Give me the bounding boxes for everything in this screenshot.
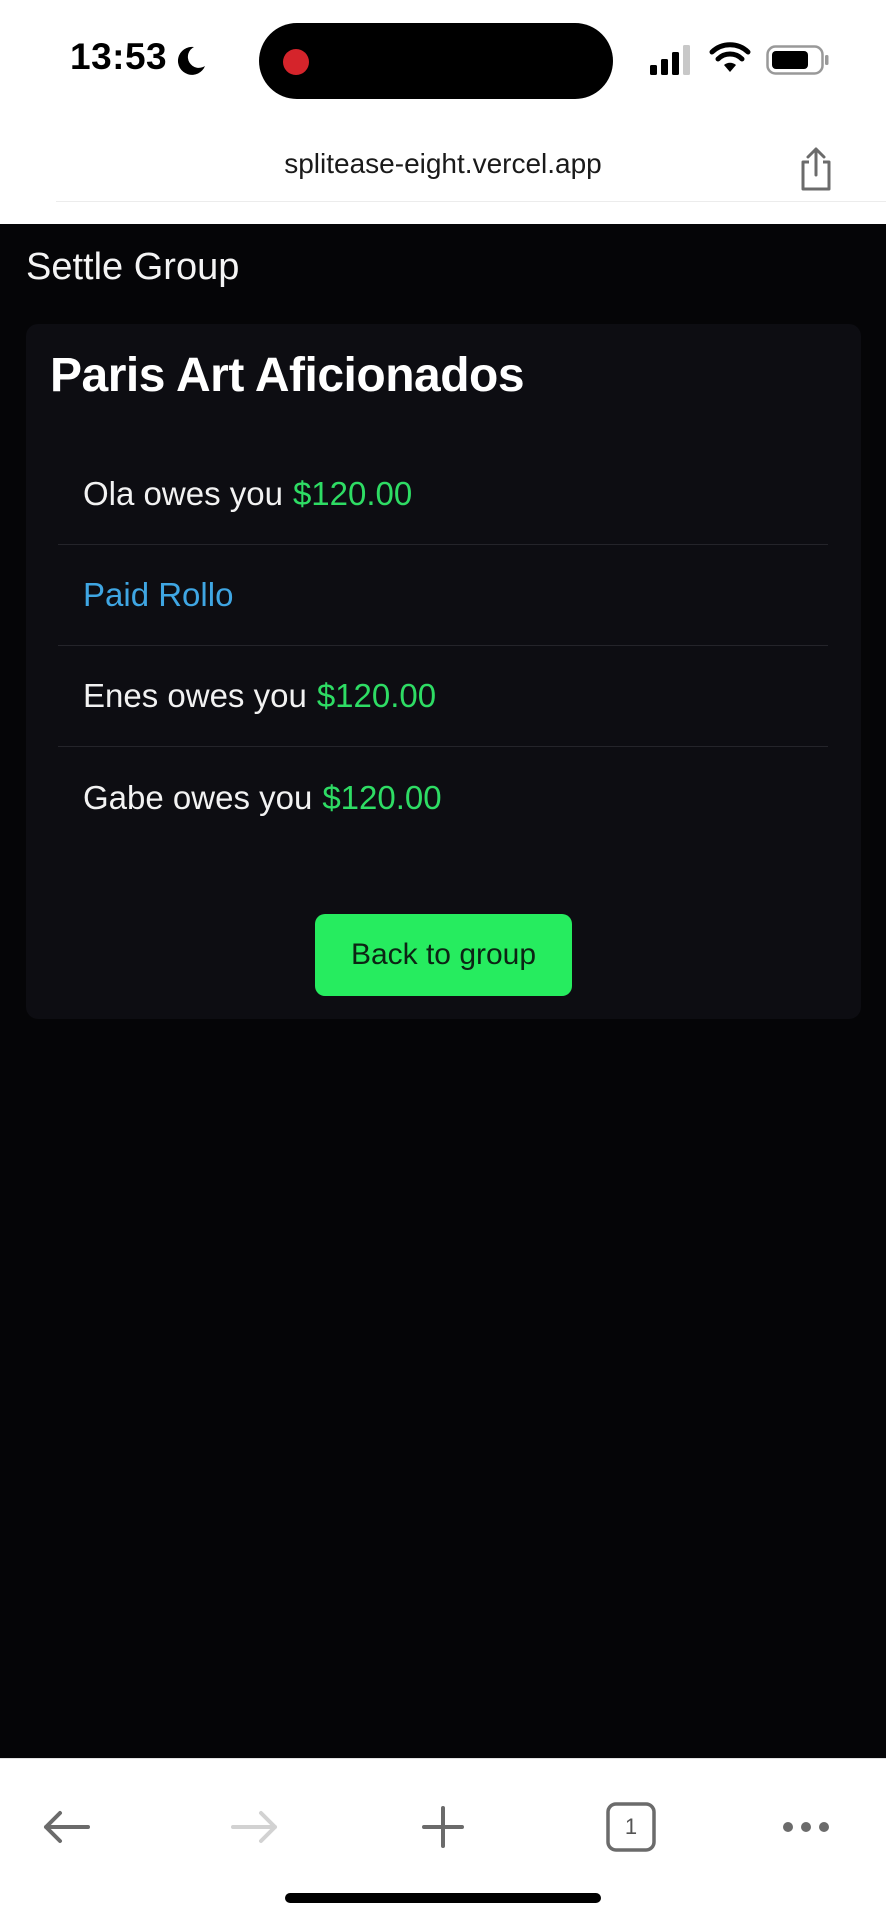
plus-icon[interactable] <box>413 1797 473 1857</box>
owes-text: owes you <box>143 475 283 512</box>
owed-amount: $120.00 <box>292 475 413 512</box>
tabs-button[interactable]: 1 <box>601 1797 661 1857</box>
forward-arrow-icon[interactable] <box>225 1797 285 1857</box>
wifi-icon <box>709 42 751 72</box>
debtor-name: Enes <box>83 677 159 714</box>
paid-label[interactable]: Paid Rollo <box>83 576 233 614</box>
debtor-name: Gabe <box>83 778 164 816</box>
settlement-row-gabe: Gabe owes you $120.00 <box>58 747 828 848</box>
url-address[interactable]: splitease-eight.vercel.app <box>0 148 886 180</box>
owed-amount: $120.00 <box>316 677 437 714</box>
recording-indicator-icon <box>283 49 309 75</box>
moon-icon <box>177 46 205 75</box>
more-icon[interactable] <box>776 1797 836 1857</box>
back-arrow-icon[interactable] <box>36 1797 96 1857</box>
home-indicator <box>285 1893 601 1903</box>
settlement-row-ola: Ola owes you $120.00 <box>58 444 828 545</box>
settlement-row-paid-rollo[interactable]: Paid Rollo <box>58 545 828 646</box>
group-title: Paris Art Aficionados <box>50 349 525 402</box>
page-heading: Settle Group <box>26 246 240 288</box>
tab-count: 1 <box>624 1814 638 1839</box>
status-time: 13:53 <box>70 36 168 77</box>
settle-card: Paris Art Aficionados Ola owes you $120.… <box>26 324 861 1019</box>
signal-icon <box>650 45 690 75</box>
debtor-name: Ola <box>83 475 135 512</box>
owes-text: owes you <box>172 778 313 816</box>
back-to-group-button[interactable]: Back to group <box>315 914 572 996</box>
battery-icon <box>766 45 829 75</box>
url-bar-divider <box>56 201 886 202</box>
share-icon[interactable] <box>796 146 836 192</box>
dynamic-island <box>259 23 613 99</box>
browser-top-chrome: 13:53 splitease-eight.vercel.app <box>0 0 886 224</box>
settlement-list: Ola owes you $120.00 Paid Rollo Enes owe… <box>58 444 828 848</box>
owed-amount: $120.00 <box>322 778 442 816</box>
settlement-row-enes: Enes owes you $120.00 <box>58 646 828 747</box>
owes-text: owes you <box>167 677 307 714</box>
